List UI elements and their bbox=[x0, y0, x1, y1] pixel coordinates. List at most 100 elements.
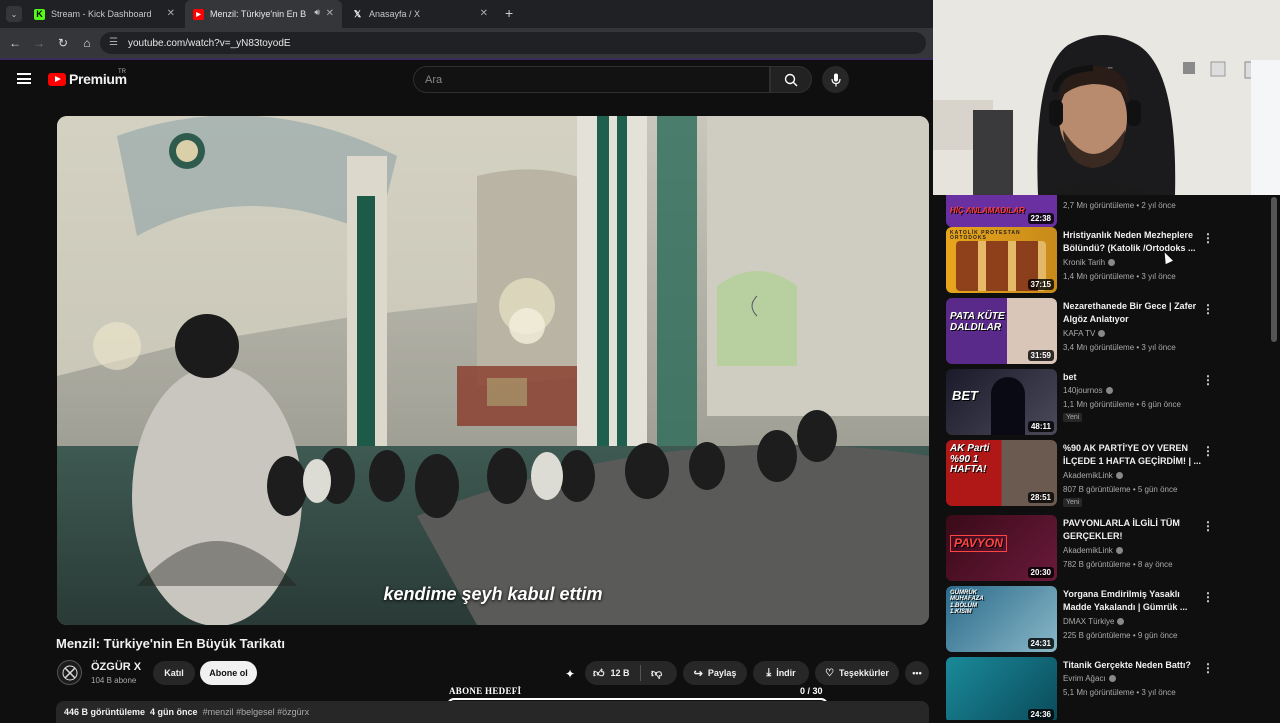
like-count[interactable]: 12 B bbox=[611, 668, 630, 678]
tab-youtube-video[interactable]: ▶ Menzil: Türkiye'nin En Büyük 🔊︎ ✕ bbox=[185, 0, 342, 28]
share-icon: ↪ bbox=[693, 667, 703, 680]
thumbnail[interactable]: BET 48:11 bbox=[946, 369, 1057, 435]
heart-dollar-icon: ♡ bbox=[825, 667, 835, 679]
video-meta: 5,1 Mn görüntüleme • 3 yıl önce bbox=[1063, 688, 1176, 697]
speaker-icon[interactable]: 🔊︎ bbox=[314, 7, 320, 18]
video-meta: 807 B görüntüleme • 5 gün önce bbox=[1063, 485, 1178, 494]
channel-name[interactable]: KAFA TV bbox=[1063, 329, 1106, 338]
hashtags[interactable]: #menzil #belgesel #özgürx bbox=[203, 707, 310, 717]
channel-name[interactable]: AkademikLink bbox=[1063, 471, 1123, 480]
duration-badge: 28:51 bbox=[1027, 492, 1054, 503]
recommendation-item[interactable]: PAVYON 20:30 PAVYONLARLA İLGİLİ TÜM GERÇ… bbox=[946, 515, 1276, 581]
microphone-icon bbox=[830, 73, 841, 86]
thumbnail[interactable]: AK Parti %90 1 HAFTA! 28:51 bbox=[946, 440, 1057, 506]
duration-badge: 48:11 bbox=[1027, 421, 1054, 432]
video-title[interactable]: Titanik Gerçekte Neden Battı? bbox=[1063, 659, 1203, 672]
url-field[interactable]: ☰ youtube.com/watch?v=_yN83toyodE bbox=[100, 32, 926, 54]
recommendation-item[interactable]: PATA KÜTE DALDILAR 31:59 Nezarethanede B… bbox=[946, 298, 1276, 364]
more-horiz-icon: ••• bbox=[912, 668, 922, 678]
search-input[interactable]: Ara bbox=[413, 66, 770, 93]
verified-icon bbox=[1105, 387, 1113, 395]
more-vert-icon[interactable]: ⋮ bbox=[1202, 444, 1214, 458]
more-vert-icon[interactable]: ⋮ bbox=[1202, 302, 1214, 316]
tab-label: Stream - Kick Dashboard bbox=[51, 9, 152, 19]
browser-tab-bar: ⌄ K Stream - Kick Dashboard ✕ ▶ Menzil: … bbox=[0, 0, 933, 28]
channel-name[interactable]: Evrim Ağacı bbox=[1063, 674, 1116, 683]
url-text: youtube.com/watch?v=_yN83toyodE bbox=[128, 37, 291, 49]
thumbnail[interactable]: PAVYON 20:30 bbox=[946, 515, 1057, 581]
channel-name[interactable]: AkademikLink bbox=[1063, 546, 1123, 555]
forward-icon[interactable]: → bbox=[27, 31, 51, 55]
channel-avatar[interactable] bbox=[57, 660, 82, 685]
more-vert-icon[interactable]: ⋮ bbox=[1202, 590, 1214, 604]
video-title[interactable]: Nezarethanede Bir Gece | Zafer Algöz Anl… bbox=[1063, 300, 1203, 326]
video-title[interactable]: PAVYONLARLA İLGİLİ TÜM GERÇEKLER! bbox=[1063, 517, 1203, 543]
video-meta: 1,1 Mn görüntüleme • 6 gün önce bbox=[1063, 400, 1181, 409]
recommendation-item[interactable]: GÜMRÜK MUHAFAZA 1.BÖLÜM 1.KISIM 24:31 Yo… bbox=[946, 586, 1276, 652]
gift-icon[interactable]: ✦ bbox=[565, 667, 575, 681]
hamburger-menu-icon[interactable] bbox=[17, 73, 31, 84]
thumbnail[interactable]: KATOLİK PROTESTAN ORTODOKS 37:15 bbox=[946, 227, 1057, 293]
address-bar-row: ← → ↻ ⌂ ☰ youtube.com/watch?v=_yN83toyod… bbox=[0, 28, 933, 58]
thumbs-up-icon[interactable]: 👍︎ bbox=[593, 667, 605, 680]
voice-search-button[interactable] bbox=[822, 66, 849, 93]
thumbnail[interactable]: GÜMRÜK MUHAFAZA 1.BÖLÜM 1.KISIM 24:31 bbox=[946, 586, 1057, 652]
more-vert-icon[interactable]: ⋮ bbox=[1202, 661, 1214, 675]
duration-badge: 22:38 bbox=[1027, 213, 1054, 224]
tab-x-home[interactable]: 𝕏 Anasayfa / X ✕ bbox=[344, 0, 496, 28]
more-vert-icon[interactable]: ⋮ bbox=[1202, 519, 1214, 533]
recommendation-item[interactable]: HİÇ ANLAMADILAR 22:38 2,7 Mn görüntüleme… bbox=[946, 195, 1276, 227]
subscriber-goal-label: ABONE HEDEFİ bbox=[449, 686, 522, 696]
new-tab-button[interactable]: + bbox=[505, 5, 513, 21]
back-icon[interactable]: ← bbox=[3, 31, 27, 55]
search-placeholder: Ara bbox=[425, 73, 443, 86]
recommendation-item[interactable]: BET 48:11 bet 140journos 1,1 Mn görüntül… bbox=[946, 369, 1276, 435]
video-title[interactable]: Yorgana Emdirilmiş Yasaklı Madde Yakalan… bbox=[1063, 588, 1203, 614]
subscribe-button[interactable]: Abone ol bbox=[200, 661, 257, 685]
thanks-button[interactable]: ♡ Teşekkürler bbox=[815, 661, 899, 685]
video-meta: 1,4 Mn görüntüleme • 3 yıl önce bbox=[1063, 272, 1176, 281]
channel-logo-icon bbox=[62, 665, 77, 680]
thumbs-down-icon[interactable]: 👎︎ bbox=[651, 667, 662, 680]
thumbnail[interactable]: PATA KÜTE DALDILAR 31:59 bbox=[946, 298, 1057, 364]
download-button[interactable]: ⤓ İndir bbox=[753, 661, 809, 685]
subscriber-goal-count: 0 / 30 bbox=[800, 686, 823, 696]
channel-name[interactable]: 140journos bbox=[1063, 386, 1113, 395]
youtube-logo-icon[interactable] bbox=[48, 73, 66, 86]
join-button[interactable]: Katıl bbox=[153, 661, 195, 685]
tab-list-icon[interactable]: ⌄ bbox=[6, 6, 22, 22]
thumbnail-caption: HİÇ ANLAMADILAR bbox=[950, 206, 1025, 215]
thumbnail[interactable]: 24:36 bbox=[946, 657, 1057, 720]
channel-name[interactable]: DMAX Türkiye bbox=[1063, 617, 1125, 626]
divider bbox=[0, 58, 933, 60]
thumbnail[interactable]: HİÇ ANLAMADILAR 22:38 bbox=[946, 195, 1057, 227]
recommendation-item[interactable]: 24:36 Titanik Gerçekte Neden Battı? Evri… bbox=[946, 657, 1276, 720]
more-vert-icon[interactable]: ⋮ bbox=[1202, 231, 1214, 245]
reload-icon[interactable]: ↻ bbox=[51, 31, 75, 55]
more-vert-icon[interactable]: ⋮ bbox=[1202, 373, 1214, 387]
channel-name[interactable]: Kronik Tarih bbox=[1063, 258, 1116, 267]
close-tab-icon[interactable]: ✕ bbox=[167, 8, 175, 19]
divider bbox=[640, 665, 641, 681]
video-title[interactable]: Hristiyanlık Neden Mezheplere Bölündü? (… bbox=[1063, 229, 1203, 255]
tab-kick-dashboard[interactable]: K Stream - Kick Dashboard ✕ bbox=[26, 0, 183, 28]
site-settings-icon[interactable]: ☰ bbox=[109, 37, 118, 48]
share-button[interactable]: ↪ Paylaş bbox=[683, 661, 747, 685]
channel-name[interactable]: ÖZGÜR X bbox=[91, 661, 141, 673]
download-label: İndir bbox=[776, 668, 796, 678]
new-badge: Yeni bbox=[1063, 413, 1083, 422]
more-actions-button[interactable]: ••• bbox=[905, 661, 929, 685]
sidebar-scrollbar[interactable] bbox=[1271, 197, 1277, 342]
video-player[interactable]: kendime şeyh kabul ettim bbox=[57, 116, 929, 625]
video-title[interactable]: %90 AK PARTİ'YE OY VEREN İLÇEDE 1 HAFTA … bbox=[1063, 442, 1203, 468]
close-tab-icon[interactable]: ✕ bbox=[480, 8, 488, 19]
recommendation-item[interactable]: AK Parti %90 1 HAFTA! 28:51 %90 AK PARTİ… bbox=[946, 440, 1276, 507]
x-icon: 𝕏 bbox=[353, 8, 362, 19]
home-icon[interactable]: ⌂ bbox=[75, 31, 99, 55]
close-tab-icon[interactable]: ✕ bbox=[326, 8, 334, 19]
search-button[interactable] bbox=[770, 66, 812, 93]
video-subtitle: kendime şeyh kabul ettim bbox=[383, 584, 603, 604]
recommendation-item[interactable]: KATOLİK PROTESTAN ORTODOKS 37:15 Hristiy… bbox=[946, 227, 1276, 293]
verified-icon bbox=[1098, 330, 1106, 338]
video-title[interactable]: bet bbox=[1063, 371, 1203, 384]
